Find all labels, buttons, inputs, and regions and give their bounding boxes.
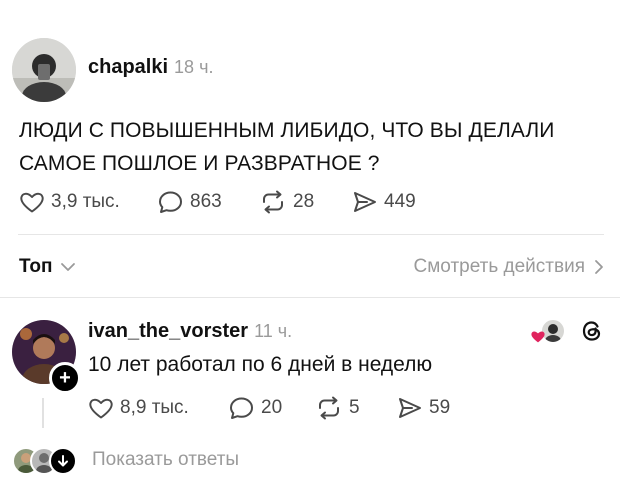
sort-label: Топ bbox=[19, 256, 53, 277]
reply-repost-button[interactable]: 5 bbox=[315, 396, 360, 420]
post-comment-count: 863 bbox=[190, 191, 222, 212]
view-activity-link[interactable]: Смотреть действия bbox=[414, 256, 605, 278]
comment-icon bbox=[230, 397, 253, 419]
thread-line bbox=[42, 398, 44, 428]
post-share-button[interactable]: 449 bbox=[352, 190, 416, 214]
arrow-down-icon bbox=[49, 447, 77, 475]
repost-icon bbox=[263, 190, 283, 214]
share-icon bbox=[354, 192, 376, 212]
divider bbox=[0, 297, 620, 298]
reply-like-count: 8,9 тыс. bbox=[120, 397, 189, 418]
post-timestamp: 18 ч. bbox=[174, 57, 214, 77]
reply-share-count: 59 bbox=[429, 397, 451, 418]
view-activity-label: Смотреть действия bbox=[413, 256, 585, 277]
post-author-avatar[interactable] bbox=[12, 38, 76, 102]
post-share-count: 449 bbox=[384, 191, 416, 212]
heart-icon bbox=[89, 398, 113, 419]
reply-timestamp: 11 ч. bbox=[254, 321, 293, 341]
chevron-right-icon bbox=[595, 260, 603, 274]
post-author-username[interactable]: chapalki bbox=[88, 56, 168, 79]
post-repost-count: 28 bbox=[293, 191, 315, 212]
show-replies-label: Показать ответы bbox=[92, 449, 240, 470]
post-text: ЛЮДИ С ПОВЫШЕННЫМ ЛИБИДО, ЧТО ВЫ ДЕЛАЛИ … bbox=[19, 114, 599, 180]
chevron-down-icon bbox=[60, 263, 75, 271]
reply-text: 10 лет работал по 6 дней в неделю bbox=[88, 353, 433, 376]
sort-dropdown[interactable]: Топ bbox=[19, 256, 76, 278]
post-repost-button[interactable]: 28 bbox=[259, 190, 314, 214]
show-replies-button[interactable]: Показать ответы bbox=[12, 447, 240, 475]
threads-icon[interactable] bbox=[580, 319, 604, 343]
post-like-count: 3,9 тыс. bbox=[51, 191, 120, 212]
post-text-line-2: САМОЕ ПОШЛОЕ И РАЗВРАТНОЕ ? bbox=[19, 152, 380, 175]
repost-icon bbox=[319, 396, 339, 420]
share-icon bbox=[399, 398, 421, 418]
comment-icon bbox=[159, 191, 182, 213]
follow-symbol: + bbox=[59, 367, 71, 389]
reply-author-username[interactable]: ivan_the_vorster bbox=[88, 320, 248, 343]
reply-comment-button[interactable]: 20 bbox=[229, 396, 282, 420]
heart-icon bbox=[531, 331, 545, 343]
reply-share-button[interactable]: 59 bbox=[397, 396, 450, 420]
reply-comment-count: 20 bbox=[261, 397, 283, 418]
post-text-line-1: ЛЮДИ С ПОВЫШЕННЫМ ЛИБИДО, ЧТО ВЫ ДЕЛАЛИ bbox=[19, 119, 555, 142]
post-like-button[interactable]: 3,9 тыс. bbox=[19, 190, 120, 214]
follow-button[interactable]: + bbox=[49, 362, 81, 394]
reply-like-button[interactable]: 8,9 тыс. bbox=[88, 396, 189, 420]
liked-by-author-indicator bbox=[528, 318, 568, 346]
reply-repost-count: 5 bbox=[349, 397, 360, 418]
divider bbox=[18, 234, 604, 235]
post-comment-button[interactable]: 863 bbox=[158, 190, 222, 214]
heart-icon bbox=[20, 192, 44, 213]
